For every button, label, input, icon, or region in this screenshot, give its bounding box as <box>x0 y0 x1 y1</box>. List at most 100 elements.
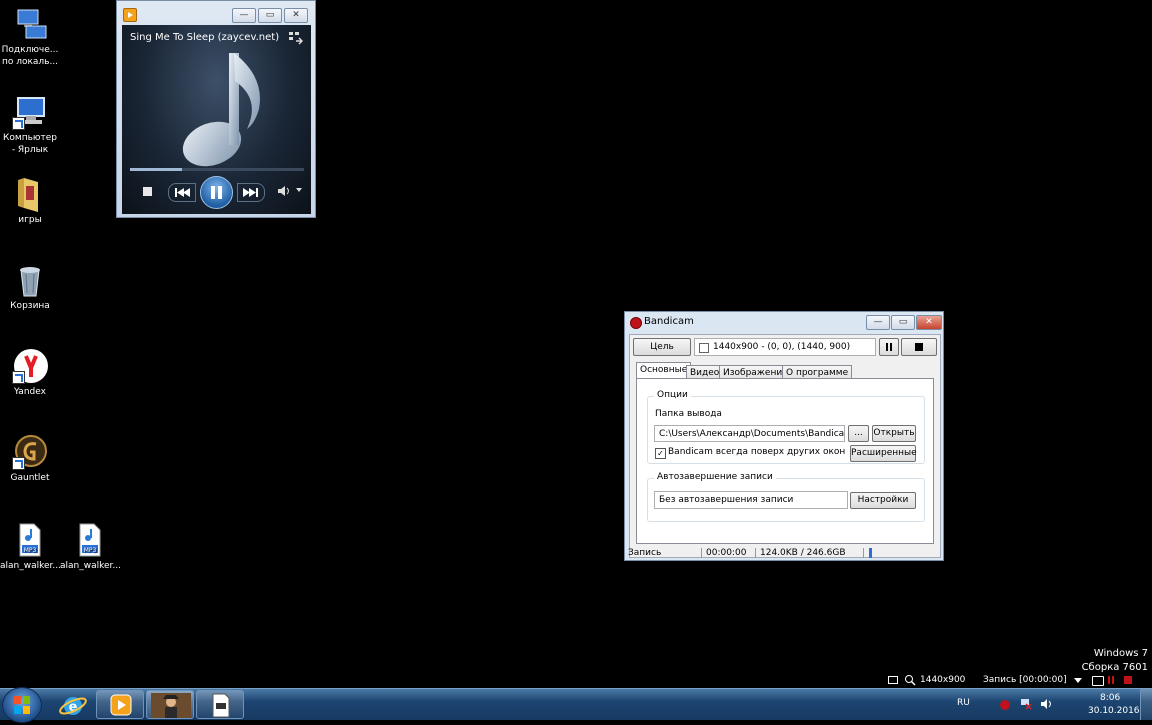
output-folder-label: Папка вывода <box>655 409 722 419</box>
tray-record-icon[interactable] <box>1000 700 1010 710</box>
desktop-icon-label: игры <box>18 215 42 225</box>
bandicam-logo-icon <box>630 317 642 329</box>
desktop-icon-games[interactable]: игры <box>0 176 60 226</box>
volume-icon[interactable] <box>277 185 291 197</box>
now-playing-area: Sing Me To Sleep (zaycev.net) <box>122 25 311 214</box>
computer-icon <box>12 94 48 130</box>
show-desktop-button[interactable] <box>1140 689 1152 720</box>
pause-record-button[interactable] <box>879 338 899 356</box>
camera-icon[interactable] <box>1092 676 1104 686</box>
taskbar-game[interactable] <box>146 690 194 719</box>
output-folder-field[interactable]: C:\Users\Александр\Documents\Bandicam\ <box>654 425 845 442</box>
pause-button[interactable] <box>200 176 233 209</box>
settings-button[interactable]: Настройки <box>850 492 916 509</box>
advanced-button[interactable]: Расширенные <box>850 445 917 462</box>
media-player-window[interactable]: — ▭ ✕ Sing Me To Sleep (zaycev.net) <box>116 0 316 218</box>
desktop-icon-yandex[interactable]: Yandex <box>0 348 60 398</box>
window-title: Bandicam <box>644 316 694 327</box>
recycle-bin-icon <box>12 262 48 298</box>
autocomplete-field[interactable]: Без автозавершения записи <box>654 491 848 509</box>
capture-area-text: 1440x900 - (0, 0), (1440, 900) <box>713 342 851 352</box>
restore-button[interactable]: ▭ <box>258 8 282 23</box>
seek-progress <box>130 168 183 171</box>
browse-button[interactable]: ... <box>848 425 869 442</box>
autocomplete-group: Автозавершение записи Без автозавершения… <box>647 472 925 522</box>
options-group-title: Опции <box>654 390 691 400</box>
mp3-file-icon: MP3 <box>72 522 108 558</box>
clock-date[interactable]: 30.10.2016 <box>1088 706 1140 716</box>
desktop-icon-label: Подключе... по локаль... <box>1 45 59 67</box>
desktop-icon-label: alan_walker... <box>0 561 61 571</box>
desktop-icon-label: alan_walker... <box>60 561 121 571</box>
folder-icon <box>12 176 48 212</box>
taskbar-ie[interactable]: e <box>48 690 96 719</box>
minimize-button[interactable]: — <box>232 8 256 23</box>
target-button[interactable]: Цель <box>633 338 691 356</box>
status-time: 00:00:00 <box>706 548 747 558</box>
magnifier-icon[interactable] <box>904 674 916 686</box>
restore-button[interactable]: ▭ <box>891 315 915 330</box>
desktop-icon-network[interactable]: Подключе... по локаль... <box>0 6 60 68</box>
capture-area-field: 1440x900 - (0, 0), (1440, 900) <box>694 338 876 356</box>
desktop-icon-gauntlet[interactable]: Gauntlet <box>0 434 60 484</box>
stop-overlay-icon[interactable] <box>1124 676 1132 684</box>
windows-watermark-line1: Windows 7 <box>1093 648 1148 659</box>
status-divider <box>863 548 864 558</box>
clock-time[interactable]: 8:06 <box>1100 693 1120 703</box>
overlay-recording-status: Запись [00:00:00] <box>983 675 1067 685</box>
previous-button[interactable] <box>168 183 196 202</box>
capture-area-checkbox[interactable] <box>699 343 709 353</box>
internet-explorer-icon: e <box>59 697 87 715</box>
volume-dropdown-icon[interactable] <box>296 188 302 192</box>
status-bar: Запись 00:00:00 124.0KB / 246.6GB <box>625 546 943 560</box>
mp3-file-icon: MP3 <box>12 522 48 558</box>
recording-overlay-bar: 1440x900 Запись [00:00:00] <box>884 672 1152 688</box>
stop-button[interactable] <box>143 187 152 196</box>
options-group: Опции Папка вывода C:\Users\Александр\Do… <box>647 390 925 464</box>
open-button[interactable]: Открыть <box>872 425 916 442</box>
tab-panel: Опции Папка вывода C:\Users\Александр\Do… <box>636 378 934 544</box>
status-label: Запись <box>628 548 662 558</box>
minimize-button[interactable]: — <box>866 315 890 330</box>
fullscreen-icon[interactable] <box>888 676 898 684</box>
shortcut-arrow-icon <box>12 457 25 470</box>
status-divider <box>701 548 702 558</box>
status-size: 124.0KB / 246.6GB <box>760 548 846 558</box>
close-button[interactable]: ✕ <box>284 8 308 23</box>
next-button[interactable] <box>237 183 265 202</box>
bandicam-window[interactable]: Bandicam — ▭ ✕ Цель 1440x900 - (0, 0), (… <box>624 311 944 561</box>
taskbar: e RU 8:06 30.10.2016 <box>0 687 1152 723</box>
tray-network-icon[interactable] <box>1020 698 1032 710</box>
windows-logo-icon <box>14 696 30 714</box>
svg-text:MP3: MP3 <box>24 547 37 554</box>
pause-overlay-icon[interactable] <box>1108 676 1110 684</box>
overlay-resolution: 1440x900 <box>920 675 966 685</box>
desktop-icon-recycle-bin[interactable]: Корзина <box>0 262 60 312</box>
desktop-icon-computer[interactable]: Компьютер - Ярлык <box>0 94 60 156</box>
shortcut-arrow-icon <box>12 117 25 130</box>
desktop-icon-mp3-2[interactable]: MP3 alan_walker... <box>60 522 121 572</box>
close-button[interactable]: ✕ <box>916 315 942 330</box>
music-note-icon <box>177 47 267 169</box>
always-on-top-checkbox[interactable]: ✓ <box>655 448 666 459</box>
tab-main[interactable]: Основные <box>636 362 692 379</box>
start-button[interactable] <box>2 687 42 723</box>
desktop-icon-label: Компьютер - Ярлык <box>3 133 57 155</box>
desktop-icon-mp3-1[interactable]: MP3 alan_walker... <box>0 522 61 572</box>
overlay-dropdown-icon[interactable] <box>1074 678 1082 683</box>
switch-to-library-icon[interactable] <box>289 31 304 45</box>
seek-bar[interactable] <box>130 168 304 171</box>
shortcut-arrow-icon <box>12 371 25 384</box>
tray-volume-icon[interactable] <box>1040 698 1052 710</box>
yandex-icon <box>12 348 48 384</box>
taskbar-bandicam[interactable] <box>196 690 244 719</box>
bandicam-body: Цель 1440x900 - (0, 0), (1440, 900) Осно… <box>629 334 941 558</box>
gauntlet-icon <box>12 434 48 470</box>
media-player-icon <box>110 694 132 716</box>
status-divider <box>755 548 756 558</box>
stop-record-button[interactable] <box>901 338 937 356</box>
wmp-app-icon <box>123 8 137 22</box>
level-meter <box>869 548 872 558</box>
taskbar-media-player[interactable] <box>96 690 144 719</box>
language-indicator[interactable]: RU <box>957 698 970 708</box>
